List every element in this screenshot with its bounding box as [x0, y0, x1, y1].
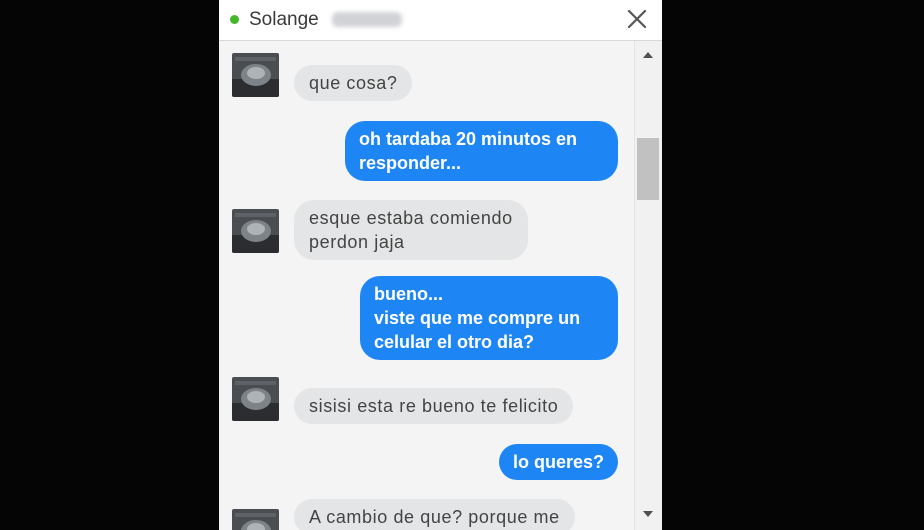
contact-surname-redacted: [332, 12, 402, 27]
contact-avatar[interactable]: [232, 53, 279, 97]
online-status-icon: [230, 15, 239, 24]
message-incoming: A cambio de que? porque me: [294, 499, 575, 530]
contact-avatar[interactable]: [232, 377, 279, 421]
close-icon[interactable]: [625, 7, 649, 31]
contact-name[interactable]: Solange: [249, 9, 319, 31]
scrollbar-thumb[interactable]: [637, 138, 659, 200]
chat-header[interactable]: Solange: [219, 0, 662, 41]
message-incoming: esque estaba comiendo perdon jaja: [294, 200, 528, 260]
message-outgoing: bueno... viste que me compre un celular …: [360, 276, 618, 360]
contact-avatar[interactable]: [232, 209, 279, 253]
contact-avatar[interactable]: [232, 509, 279, 530]
scrollbar[interactable]: [634, 41, 662, 530]
message-incoming: sisisi esta re bueno te felicito: [294, 388, 574, 424]
message-list[interactable]: que cosa? oh tardaba 20 minutos en respo…: [219, 41, 634, 530]
message-outgoing: lo queres?: [498, 444, 618, 480]
chat-window: Solange que cosa? oh tardaba 20 minutos …: [219, 0, 662, 530]
scroll-down-icon[interactable]: [643, 511, 653, 517]
message-incoming: que cosa?: [294, 65, 413, 101]
scroll-up-icon[interactable]: [643, 52, 653, 58]
message-outgoing: oh tardaba 20 minutos en responder...: [345, 121, 618, 181]
